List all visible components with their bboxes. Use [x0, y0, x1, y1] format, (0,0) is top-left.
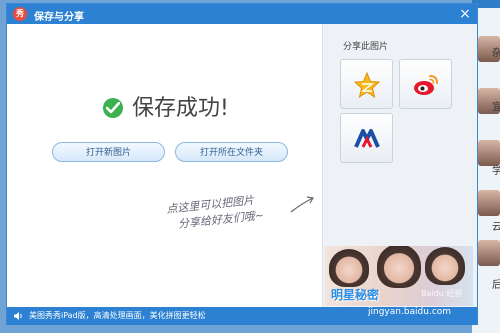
background-label: 宜 — [492, 102, 500, 113]
share-qzone-button[interactable] — [340, 59, 393, 109]
promo-banner-text: 明星秘密 — [331, 288, 380, 302]
status-message[interactable]: 美图秀秀iPad版，高清处理画面，美化拼图更轻松 — [29, 310, 206, 321]
watermark-text: Baidu 经验 — [421, 289, 463, 298]
main-panel: 保存成功! 打开新图片 打开所在文件夹 点这里可以把图片 分享给好友们哦~ — [7, 24, 322, 307]
titlebar: 秀 保存与分享 × — [7, 4, 477, 24]
watermark-url: jingyan.baidu.com — [368, 307, 452, 317]
check-icon — [103, 98, 123, 118]
qzone-star-icon — [353, 71, 381, 99]
background-thumbnail — [478, 190, 500, 216]
celebrity-photo — [425, 247, 465, 285]
share-panel: 分享此图片 明星秘密 Baidu 经验 — [322, 24, 477, 307]
background-label: 后 — [492, 280, 500, 291]
speaker-icon — [14, 312, 22, 320]
open-folder-button[interactable]: 打开所在文件夹 — [175, 142, 288, 162]
weibo-icon — [414, 75, 438, 95]
open-new-image-button[interactable]: 打开新图片 — [52, 142, 165, 162]
background-thumbnail — [478, 240, 500, 266]
dialog-title: 保存与分享 — [34, 12, 84, 23]
celebrity-photo — [329, 249, 369, 287]
share-label: 分享此图片 — [343, 42, 389, 52]
renren-icon — [354, 129, 380, 148]
arrow-right-icon — [290, 196, 314, 213]
meitu-logo-icon: 秀 — [13, 7, 27, 21]
save-share-dialog: 秀 保存与分享 × 保存成功! 打开新图片 打开所在文件夹 点这里可以把图片 分… — [6, 3, 478, 325]
close-button[interactable]: × — [457, 5, 473, 23]
celebrity-photo — [377, 246, 421, 288]
share-renren-button[interactable] — [340, 113, 393, 163]
success-message: 保存成功! — [132, 96, 229, 121]
background-label: 学 — [492, 166, 500, 177]
background-label: 云 — [492, 222, 500, 233]
share-weibo-button[interactable] — [399, 59, 452, 109]
background-label: 杂 — [492, 48, 500, 59]
promo-banner[interactable]: 明星秘密 Baidu 经验 — [325, 246, 473, 306]
